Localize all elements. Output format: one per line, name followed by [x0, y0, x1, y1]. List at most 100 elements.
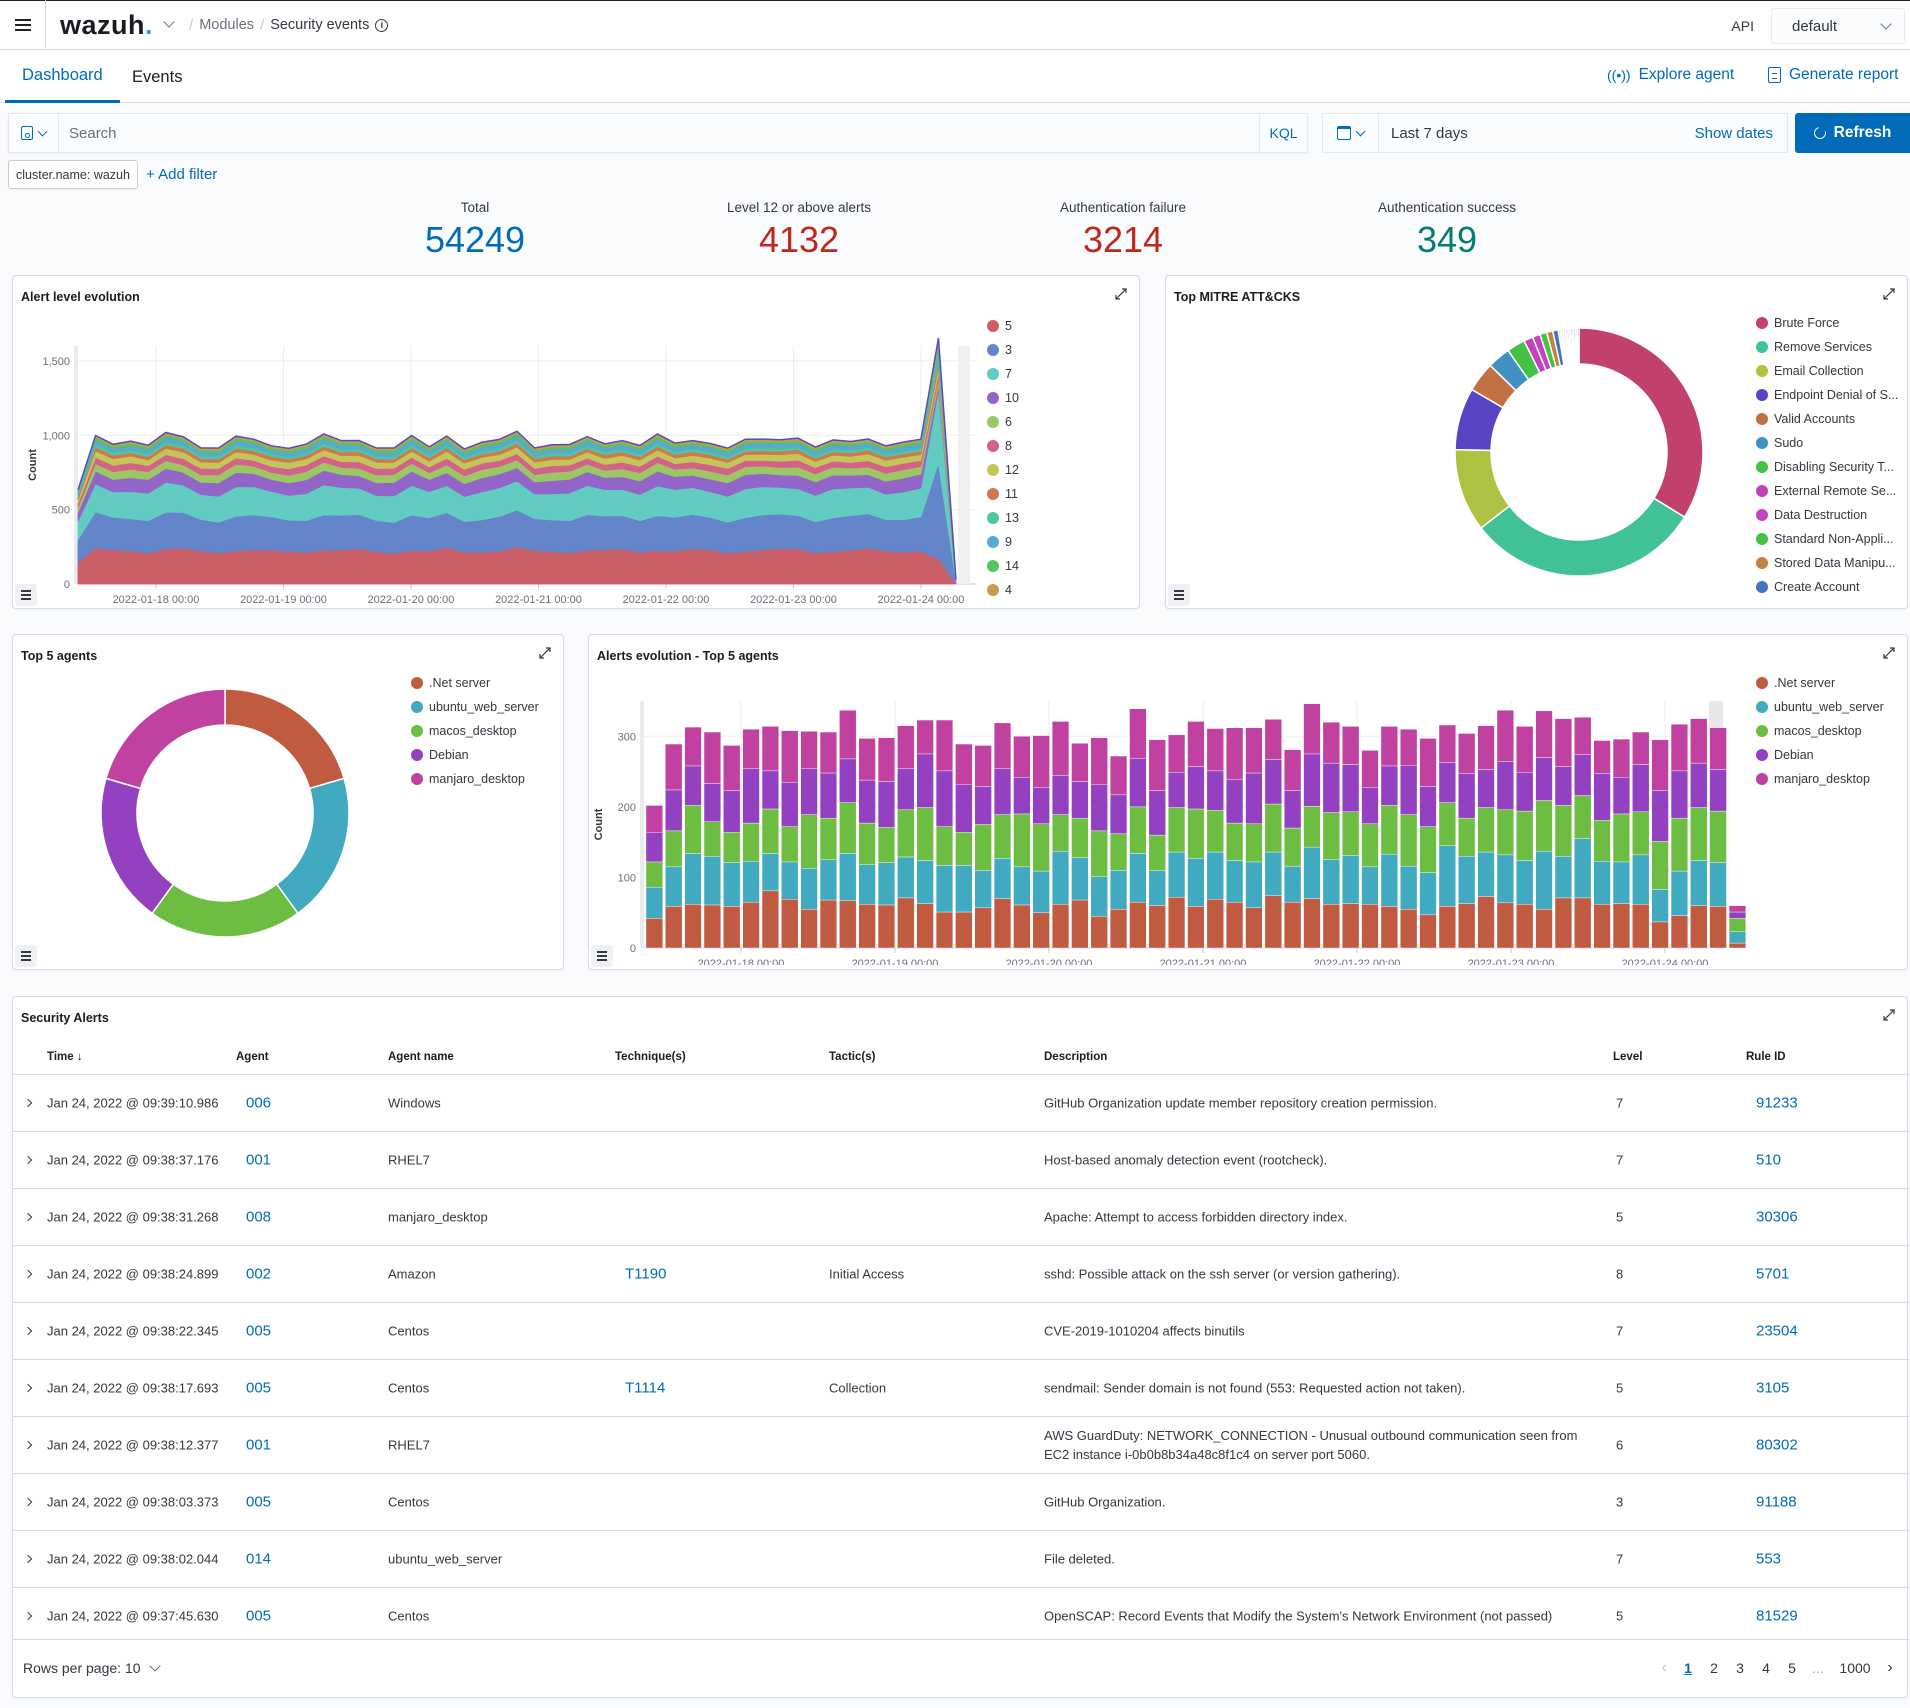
previous-page-button[interactable]: ‹ — [1653, 1659, 1675, 1677]
cell-agent[interactable]: 005 — [246, 1494, 271, 1511]
column-header-agent-name[interactable]: Agent name — [388, 1051, 454, 1063]
cell-rule-id[interactable]: 80302 — [1756, 1437, 1798, 1454]
expand-row-chevron-icon[interactable] — [23, 1098, 33, 1108]
column-header-description[interactable]: Description — [1044, 1051, 1107, 1063]
column-header-techniques[interactable]: Technique(s) — [615, 1051, 686, 1063]
column-header-rule-id[interactable]: Rule ID — [1746, 1051, 1786, 1063]
legend-item[interactable]: 3 — [987, 338, 1019, 362]
legend-item[interactable]: Stored Data Manipu... — [1756, 551, 1898, 575]
tab-dashboard[interactable]: Dashboard — [5, 51, 120, 103]
legend-item[interactable]: 7 — [987, 362, 1019, 386]
api-select[interactable]: default — [1771, 8, 1905, 44]
rows-per-page-select[interactable]: Rows per page: 10 — [23, 1660, 161, 1676]
donut-slice[interactable] — [224, 688, 346, 790]
cell-rule-id[interactable]: 91233 — [1756, 1095, 1798, 1112]
legend-item[interactable]: ubuntu_web_server — [1756, 695, 1884, 719]
expand-icon[interactable] — [537, 645, 553, 661]
donut-slice[interactable] — [151, 883, 299, 938]
legend-item[interactable]: Sudo — [1756, 431, 1898, 455]
cell-rule-id[interactable]: 3105 — [1756, 1380, 1789, 1397]
legend-item[interactable]: 10 — [987, 386, 1019, 410]
table-row[interactable]: Jan 24, 2022 @ 09:38:37.176 001 RHEL7 Host-… — [13, 1131, 1909, 1188]
expand-row-chevron-icon[interactable] — [23, 1383, 33, 1393]
expand-row-chevron-icon[interactable] — [23, 1440, 33, 1450]
legend-item[interactable]: External Remote Se... — [1756, 479, 1898, 503]
legend-item[interactable]: 11 — [987, 482, 1019, 506]
quick-date-menu-button[interactable] — [1323, 114, 1379, 152]
legend-item[interactable]: 13 — [987, 506, 1019, 530]
cell-rule-id[interactable]: 81529 — [1756, 1608, 1798, 1625]
page-4-button[interactable]: 4 — [1753, 1660, 1779, 1676]
donut-slice[interactable] — [1578, 327, 1704, 519]
column-header-level[interactable]: Level — [1613, 1051, 1642, 1063]
cell-agent[interactable]: 001 — [246, 1152, 271, 1169]
table-row[interactable]: Jan 24, 2022 @ 09:38:12.377 001 RHEL7 AWS G… — [13, 1416, 1909, 1473]
expand-row-chevron-icon[interactable] — [23, 1611, 33, 1621]
cell-agent[interactable]: 014 — [246, 1551, 271, 1568]
expand-icon[interactable] — [1113, 286, 1129, 302]
explore-agent-button[interactable]: ((•)) Explore agent — [1607, 66, 1734, 84]
donut-slice[interactable] — [1576, 327, 1580, 365]
donut-slice[interactable] — [1479, 497, 1686, 577]
legend-toggle-button[interactable] — [591, 945, 613, 967]
legend-item[interactable]: .Net server — [411, 671, 539, 695]
legend-item[interactable]: 5 — [987, 314, 1019, 338]
date-range-value[interactable]: Last 7 days — [1379, 125, 1695, 142]
legend-item[interactable]: 6 — [987, 410, 1019, 434]
cell-rule-id[interactable]: 30306 — [1756, 1209, 1798, 1226]
table-row[interactable]: Jan 24, 2022 @ 09:38:24.899 002 Amazon T119… — [13, 1245, 1909, 1302]
saved-queries-button[interactable] — [9, 114, 59, 152]
legend-item[interactable]: macos_desktop — [411, 719, 539, 743]
page-1-button[interactable]: 1 — [1675, 1660, 1701, 1676]
legend-item[interactable]: Valid Accounts — [1756, 407, 1898, 431]
legend-toggle-button[interactable] — [1168, 584, 1190, 606]
wazuh-logo[interactable]: wazuh. — [60, 10, 153, 41]
expand-row-chevron-icon[interactable] — [23, 1326, 33, 1336]
legend-item[interactable]: 9 — [987, 530, 1019, 554]
cell-rule-id[interactable]: 23504 — [1756, 1323, 1798, 1340]
cell-agent[interactable]: 005 — [246, 1608, 271, 1625]
table-row[interactable]: Jan 24, 2022 @ 09:38:22.345 005 Centos CVE-… — [13, 1302, 1909, 1359]
page-3-button[interactable]: 3 — [1727, 1660, 1753, 1676]
legend-item[interactable]: Data Destruction — [1756, 503, 1898, 527]
breadcrumb-modules[interactable]: Modules — [199, 17, 254, 33]
cell-agent[interactable]: 008 — [246, 1209, 271, 1226]
legend-item[interactable]: 4 — [987, 578, 1019, 602]
legend-item[interactable]: Endpoint Denial of S... — [1756, 383, 1898, 407]
cell-rule-id[interactable]: 5701 — [1756, 1266, 1789, 1283]
column-header-time[interactable]: Time ↓ — [47, 1051, 83, 1063]
refresh-button[interactable]: Refresh — [1795, 113, 1910, 153]
expand-row-chevron-icon[interactable] — [23, 1212, 33, 1222]
table-row[interactable]: Jan 24, 2022 @ 09:38:02.044 014 ubuntu_web… — [13, 1530, 1909, 1587]
cell-technique[interactable]: T1190 — [625, 1266, 666, 1283]
legend-item[interactable]: macos_desktop — [1756, 719, 1884, 743]
column-header-tactics[interactable]: Tactic(s) — [829, 1051, 875, 1063]
cell-agent[interactable]: 005 — [246, 1323, 271, 1340]
table-row[interactable]: Jan 24, 2022 @ 09:39:10.986 006 Windows Git… — [13, 1074, 1909, 1131]
legend-toggle-button[interactable] — [15, 584, 37, 606]
legend-item[interactable]: 14 — [987, 554, 1019, 578]
menu-toggle-button[interactable] — [0, 0, 46, 50]
page-2-button[interactable]: 2 — [1701, 1660, 1727, 1676]
search-input[interactable] — [59, 115, 1259, 151]
expand-row-chevron-icon[interactable] — [23, 1554, 33, 1564]
table-row[interactable]: Jan 24, 2022 @ 09:38:03.373 005 Centos GitH… — [13, 1473, 1909, 1530]
legend-item[interactable]: .Net server — [1756, 671, 1884, 695]
generate-report-button[interactable]: Generate report — [1768, 66, 1898, 84]
expand-icon[interactable] — [1881, 286, 1897, 302]
legend-item[interactable]: Remove Services — [1756, 335, 1898, 359]
cell-rule-id[interactable]: 91188 — [1756, 1494, 1797, 1511]
cell-agent[interactable]: 002 — [246, 1266, 271, 1283]
legend-item[interactable]: Email Collection — [1756, 359, 1898, 383]
donut-slice[interactable] — [104, 688, 226, 790]
add-filter-button[interactable]: + Add filter — [146, 166, 217, 183]
expand-icon[interactable] — [1881, 1007, 1897, 1023]
legend-item[interactable]: manjaro_desktop — [1756, 767, 1884, 791]
column-header-agent[interactable]: Agent — [236, 1051, 269, 1063]
legend-item[interactable]: Create Account — [1756, 575, 1898, 599]
kql-toggle-button[interactable]: KQL — [1259, 114, 1307, 152]
chevron-down-icon[interactable] — [163, 16, 175, 28]
table-row[interactable]: Jan 24, 2022 @ 09:37:45.630 005 Centos Open… — [13, 1587, 1909, 1644]
expand-icon[interactable] — [1881, 645, 1897, 661]
page-5-button[interactable]: 5 — [1779, 1660, 1805, 1676]
